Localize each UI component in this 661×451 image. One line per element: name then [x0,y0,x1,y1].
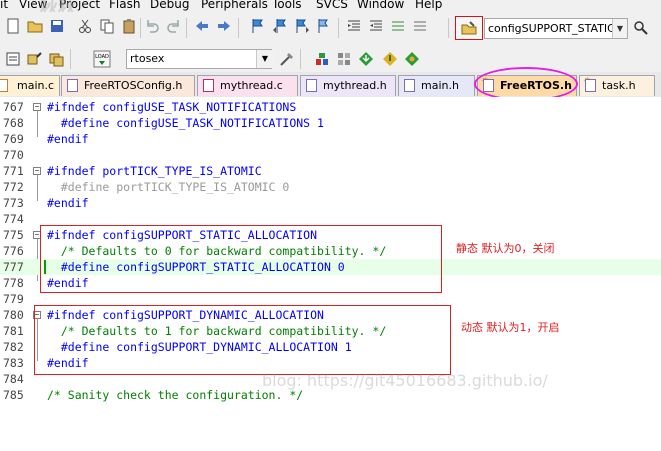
file-h-icon [67,79,78,92]
build-icon[interactable] [25,49,45,69]
redo-icon[interactable] [164,16,184,36]
pack-installer-icon[interactable] [356,49,376,69]
tab-main-c[interactable]: main.c [0,75,60,96]
menu-help[interactable]: Help [415,0,442,11]
dynamic-allocation-highlight-box [34,305,451,375]
code-editor[interactable]: 767 − #ifndef configUSE_TASK_NOTIFICATIO… [0,97,661,405]
static-annotation-note: 静态 默认为0，关闭 [456,242,555,255]
clear-bookmarks-icon[interactable] [314,16,334,36]
code-line: 768 #define configUSE_TASK_NOTIFICATIONS… [3,116,324,130]
chevron-down-icon[interactable]: ▼ [612,19,627,38]
tab-freertosconfig-h[interactable]: FreeRTOSConfig.h [61,75,195,96]
run-time-environment-icon[interactable] [402,49,422,69]
chevron-down-icon[interactable]: ▼ [256,50,273,68]
build-toolbar: LOAD rtosex ▼ [0,46,661,72]
comment-icon[interactable] [388,16,408,36]
tab-main-h[interactable]: main.h [398,75,475,96]
menu-tools[interactable]: Tools [272,0,302,11]
uncomment-icon[interactable] [410,16,430,36]
fold-toggle-icon[interactable]: − [33,167,41,175]
code-line: 773 #endif [3,196,89,210]
new-file-icon[interactable] [3,16,23,36]
file-h-icon [306,79,317,92]
find-combo-value: configSUPPORT_STATIC_A [488,22,628,35]
find-in-files-button[interactable] [455,16,483,40]
save-icon[interactable] [47,16,67,36]
code-line: 769 #endif [3,132,89,146]
find-icon[interactable] [631,18,651,38]
nav-back-icon[interactable] [192,16,212,36]
menu-svcs[interactable]: SVCS [316,0,348,11]
unindent-icon[interactable] [366,16,386,36]
svg-text:秋秋: 秋秋 [40,0,77,12]
undo-icon[interactable] [142,16,162,36]
file-c-icon [0,79,8,92]
rebuild-icon[interactable] [47,49,67,69]
nav-forward-icon[interactable] [214,16,234,36]
options-for-target-icon[interactable] [277,49,297,69]
file-h-icon [404,79,415,92]
code-line: 772 #define portTICK_TYPE_IS_ATOMIC 0 [3,180,290,194]
paste-icon[interactable] [119,16,139,36]
target-select-value: rtosex [130,52,165,65]
manage-components-icon[interactable] [312,49,332,69]
prev-bookmark-icon[interactable] [270,16,290,36]
open-file-icon[interactable] [25,16,45,36]
cut-icon[interactable] [75,16,95,36]
copy-icon[interactable] [97,16,117,36]
logo-watermark: 秋秋 [40,0,110,12]
select-software-packs-icon[interactable] [380,49,400,69]
blog-watermark: blog: https://git45016683.github.io/ [262,371,548,390]
code-line: 770 [3,148,24,162]
bookmark-icon[interactable] [248,16,268,36]
menu-bar: it View Project Flash Debug Peripherals … [0,0,661,12]
code-line: 771 − #ifndef portTICK_TYPE_IS_ATOMIC [3,164,262,178]
file-h-icon [585,79,596,92]
file-extensions-icon[interactable] [334,49,354,69]
active-tab-highlight [474,67,578,101]
dynamic-annotation-note: 动态 默认为1，开启 [461,321,560,334]
tab-mythread-h[interactable]: mythread.h [300,75,396,96]
fold-toggle-icon[interactable]: − [33,103,41,111]
file-c-icon [203,79,214,92]
main-toolbar: configSUPPORT_STATIC_A ▼ [0,12,661,47]
code-line: 767 − #ifndef configUSE_TASK_NOTIFICATIO… [3,100,297,114]
menu-flash[interactable]: Flash [109,0,140,11]
menu-edit[interactable]: it [0,0,8,11]
menu-peripherals[interactable]: Peripherals [201,0,268,11]
find-in-files-icon [461,21,477,35]
next-bookmark-icon[interactable] [292,16,312,36]
translate-icon[interactable] [3,49,23,69]
indent-icon[interactable] [344,16,364,36]
menu-window[interactable]: Window [357,0,404,11]
menu-debug[interactable]: Debug [150,0,189,11]
tab-task-h[interactable]: ✷ task.h [579,75,655,96]
load-download-icon[interactable]: LOAD [92,49,112,69]
find-combo[interactable]: configSUPPORT_STATIC_A ▼ [484,18,628,39]
target-select[interactable]: rtosex [126,49,272,69]
static-allocation-highlight-box [40,225,442,293]
tab-mythread-c[interactable]: mythread.c [197,75,298,96]
svg-text:LOAD: LOAD [95,54,109,60]
